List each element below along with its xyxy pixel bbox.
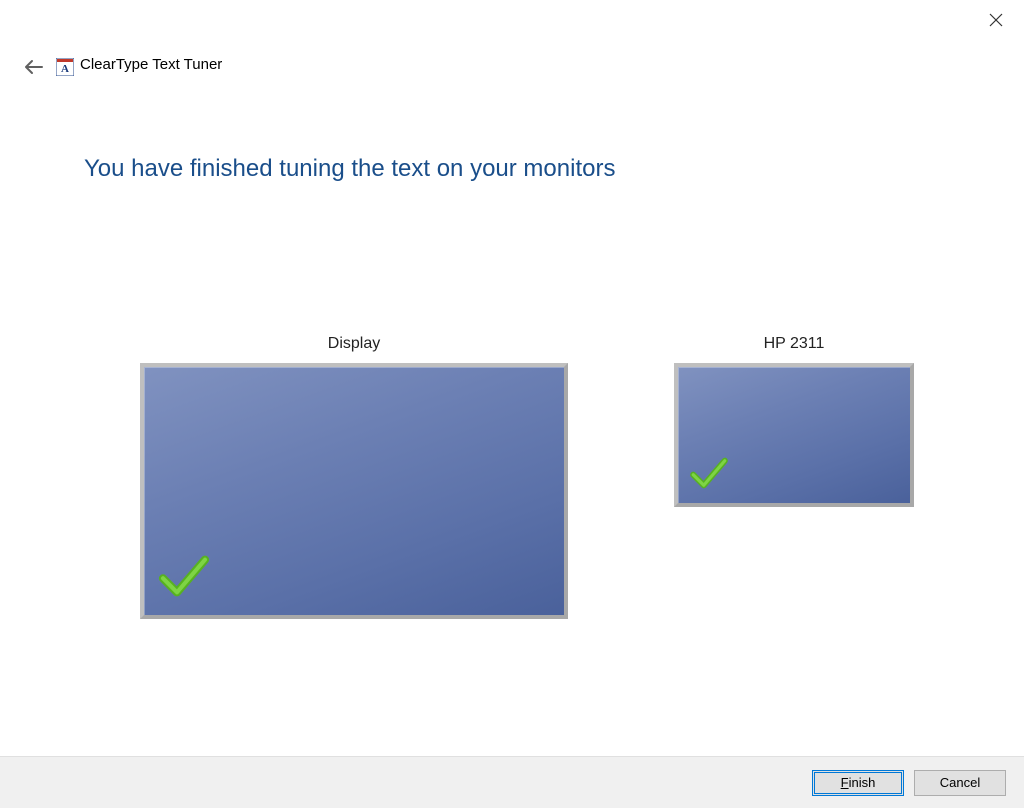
svg-text:A: A <box>61 63 69 75</box>
page-heading: You have finished tuning the text on you… <box>84 155 615 183</box>
monitor-label: Display <box>140 335 568 353</box>
close-icon <box>989 13 1003 32</box>
finish-button-accel: F <box>841 775 849 790</box>
finish-button-rest: inish <box>849 775 876 790</box>
monitor-screen[interactable] <box>674 363 914 507</box>
monitor-label: HP 2311 <box>674 335 914 353</box>
app-icon: A <box>56 58 74 76</box>
monitor-primary: Display <box>140 335 568 619</box>
checkmark-icon <box>156 548 212 609</box>
close-button[interactable] <box>982 8 1010 36</box>
app-title: ClearType Text Tuner <box>80 56 222 73</box>
monitor-screen[interactable] <box>140 363 568 619</box>
cancel-button-label: Cancel <box>940 775 980 790</box>
footer-bar: Finish Cancel <box>0 756 1024 808</box>
finish-button[interactable]: Finish <box>812 770 904 796</box>
checkmark-icon <box>688 452 730 499</box>
back-button[interactable] <box>22 57 46 81</box>
arrow-left-icon <box>24 59 44 80</box>
cancel-button[interactable]: Cancel <box>914 770 1006 796</box>
monitor-secondary: HP 2311 <box>674 335 914 507</box>
monitors-area: Display HP 2311 <box>0 335 1024 655</box>
